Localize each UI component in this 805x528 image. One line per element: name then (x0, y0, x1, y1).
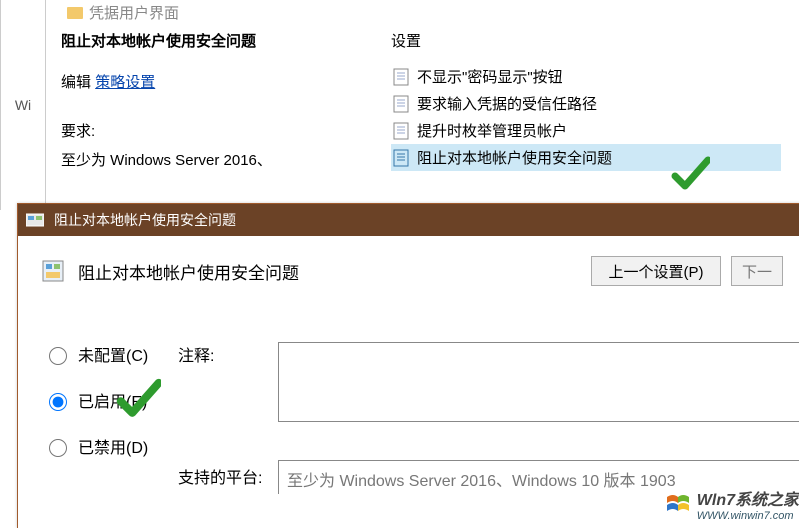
requirements-text: 至少为 Windows Server 2016、 (61, 149, 371, 170)
radio-input-disabled[interactable] (49, 439, 67, 457)
tree-item-label: 凭据用户界面 (89, 2, 179, 23)
requirements-label: 要求: (61, 120, 371, 141)
radio-disabled[interactable]: 已禁用(D) (44, 434, 148, 458)
document-icon (393, 68, 409, 86)
policy-name: 阻止对本地帐户使用安全问题 (78, 259, 591, 284)
dialog-body: 阻止对本地帐户使用安全问题 上一个设置(P) 下一 未配置(C) 已启用(E) … (18, 236, 805, 322)
app-icon (26, 212, 44, 228)
next-setting-button[interactable]: 下一 (731, 256, 783, 286)
tree-margin: Wi (1, 0, 46, 210)
dialog-titlebar[interactable]: 阻止对本地帐户使用安全问题 (18, 204, 805, 236)
document-icon (393, 122, 409, 140)
radio-label: 已禁用(D) (78, 434, 148, 458)
setting-item-selected[interactable]: 阻止对本地帐户使用安全问题 (391, 144, 781, 171)
radio-not-configured[interactable]: 未配置(C) (44, 342, 148, 366)
setting-item[interactable]: 不显示"密码显示"按钮 (391, 63, 781, 90)
settings-label: 设置 (391, 30, 781, 51)
edit-policy-row: 编辑 策略设置 (61, 71, 371, 92)
document-icon (393, 95, 409, 113)
radio-input-enabled[interactable] (49, 393, 67, 411)
windows-logo-icon (665, 493, 691, 515)
platform-label: 支持的平台: (178, 464, 278, 488)
radio-input-not-configured[interactable] (49, 347, 67, 365)
previous-setting-button[interactable]: 上一个设置(P) (591, 256, 721, 286)
setting-item-label: 提升时枚举管理员帐户 (417, 120, 567, 141)
setting-item-label: 不显示"密码显示"按钮 (417, 66, 563, 87)
comment-label: 注释: (178, 342, 258, 366)
tree-node-label: Wi (15, 97, 31, 113)
policy-icon (42, 260, 64, 282)
radio-label: 未配置(C) (78, 342, 148, 366)
crop-edge (799, 0, 805, 528)
comment-area: 注释: (178, 342, 805, 372)
setting-item-label: 要求输入凭据的受信任路径 (417, 93, 597, 114)
comment-textarea[interactable] (278, 342, 805, 422)
document-icon (393, 149, 409, 167)
folder-icon (67, 7, 83, 19)
policy-dialog: 阻止对本地帐户使用安全问题 阻止对本地帐户使用安全问题 上一个设置(P) 下一 … (17, 203, 805, 528)
dialog-header-row: 阻止对本地帐户使用安全问题 上一个设置(P) 下一 (42, 256, 783, 286)
policy-detail-right: 设置 不显示"密码显示"按钮 要求输入凭据的受信任路径 提升时枚举管理员帐户 阻… (391, 30, 781, 171)
watermark: Wln7系统之家 WWW.winwin7.com (665, 486, 799, 522)
nav-buttons: 上一个设置(P) 下一 (591, 256, 783, 286)
setting-item[interactable]: 要求输入凭据的受信任路径 (391, 90, 781, 117)
setting-item-label: 阻止对本地帐户使用安全问题 (417, 147, 612, 168)
tree-item-credential-ui[interactable]: 凭据用户界面 (61, 0, 185, 25)
watermark-sub: WWW.winwin7.com (697, 510, 799, 522)
checkmark-icon (670, 154, 710, 194)
edit-policy-link[interactable]: 策略设置 (95, 74, 155, 91)
policy-title: 阻止对本地帐户使用安全问题 (61, 30, 371, 51)
edit-prefix: 编辑 (61, 74, 91, 91)
checkmark-icon (115, 376, 161, 422)
setting-item[interactable]: 提升时枚举管理员帐户 (391, 117, 781, 144)
platform-row: 支持的平台: 至少为 Windows Server 2016、Windows 1… (178, 464, 278, 488)
watermark-main: Wln7系统之家 (697, 492, 799, 509)
policy-detail-left: 阻止对本地帐户使用安全问题 编辑 策略设置 要求: 至少为 Windows Se… (61, 30, 371, 170)
dialog-title: 阻止对本地帐户使用安全问题 (54, 210, 236, 230)
